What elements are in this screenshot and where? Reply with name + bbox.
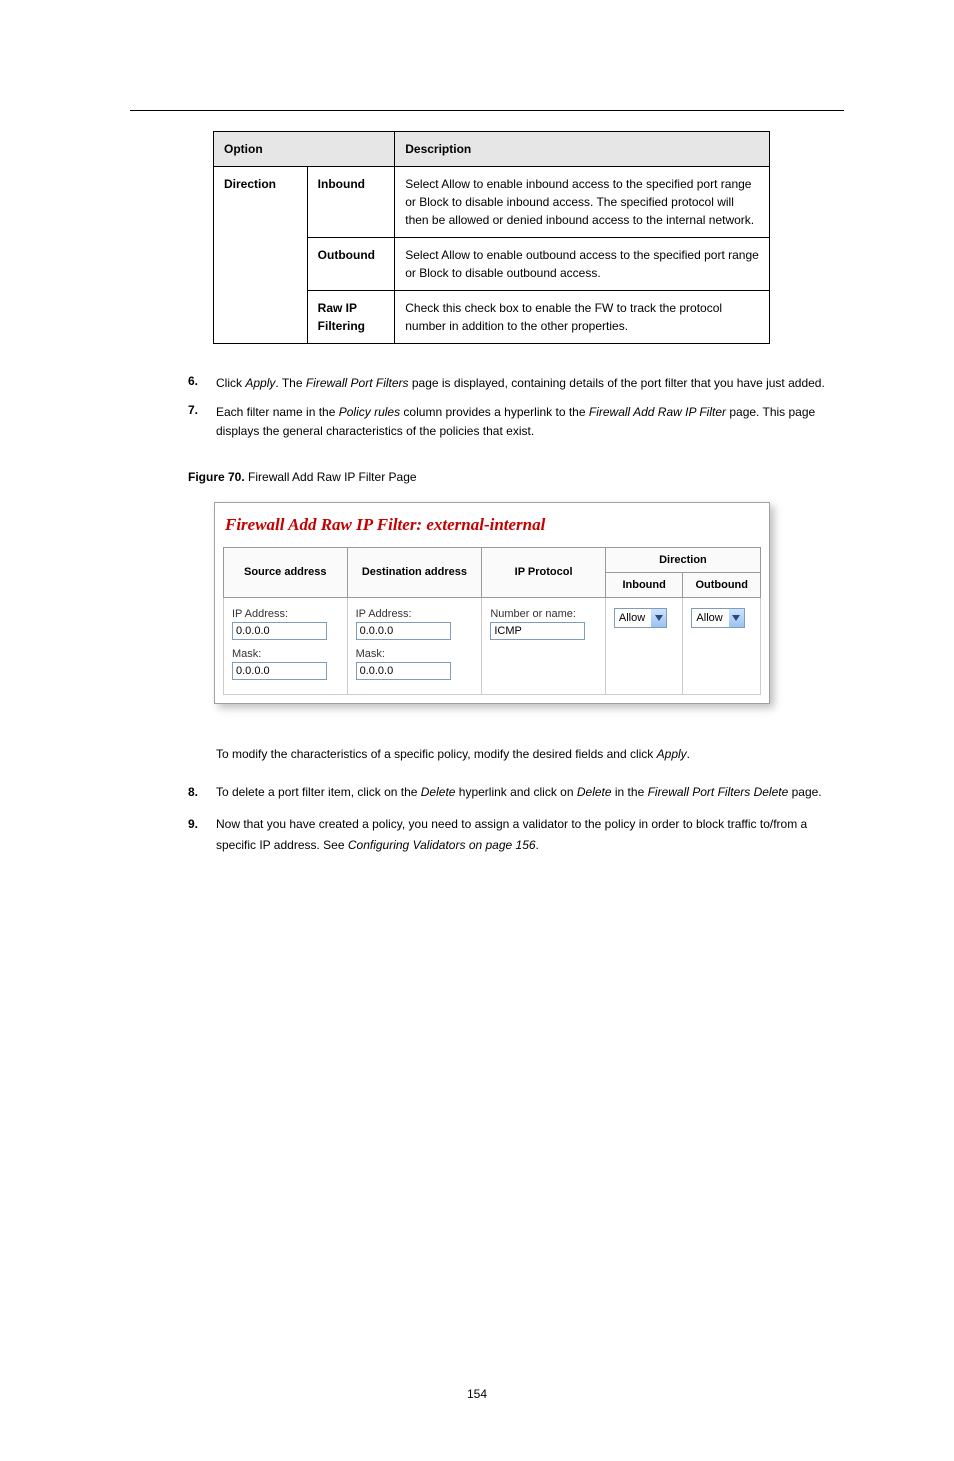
figure-id: Figure 70.	[188, 470, 245, 484]
th-direction: Direction	[605, 547, 760, 572]
filter-row: IP Address: Mask: IP Address: Mask: Numb…	[224, 597, 761, 694]
source-ip-input[interactable]	[232, 622, 327, 640]
protocol-cell: Number or name:	[482, 597, 606, 694]
th-description: Description	[395, 132, 770, 167]
label-mask: Mask:	[356, 648, 474, 660]
chevron-down-icon	[729, 609, 744, 627]
destination-mask-input[interactable]	[356, 662, 451, 680]
destination-ip-input[interactable]	[356, 622, 451, 640]
figure-caption: Figure 70. Firewall Add Raw IP Filter Pa…	[188, 470, 844, 484]
inbound-cell: Allow	[605, 597, 683, 694]
th-source: Source address	[224, 547, 348, 597]
step-8: 8. To delete a port filter item, click o…	[188, 782, 844, 802]
modify-instruction: To modify the characteristics of a speci…	[216, 744, 844, 764]
cell-direction: Direction	[214, 167, 308, 344]
outbound-cell: Allow	[683, 597, 761, 694]
step-7: 7. Each filter name in the Policy rules …	[188, 403, 844, 441]
cell-inbound-desc: Select Allow to enable inbound access to…	[395, 167, 770, 238]
table-row: Direction Inbound Select Allow to enable…	[214, 167, 770, 238]
th-destination: Destination address	[347, 547, 482, 597]
definitions-table: Option Description Direction Inbound Sel…	[213, 131, 770, 344]
step-number: 6.	[188, 374, 216, 393]
inbound-select-value: Allow	[615, 612, 651, 624]
source-cell: IP Address: Mask:	[224, 597, 348, 694]
outbound-select-value: Allow	[692, 612, 728, 624]
step-text: Each filter name in the Policy rules col…	[216, 403, 844, 441]
outbound-select[interactable]: Allow	[691, 608, 744, 628]
cell-outbound-label: Outbound	[307, 238, 395, 291]
th-outbound: Outbound	[683, 572, 761, 597]
label-mask: Mask:	[232, 648, 339, 660]
source-mask-input[interactable]	[232, 662, 327, 680]
protocol-input[interactable]	[490, 622, 585, 640]
chevron-down-icon	[651, 609, 666, 627]
destination-cell: IP Address: Mask:	[347, 597, 482, 694]
page-number: 154	[0, 1387, 954, 1401]
step-9: 9. Now that you have created a policy, y…	[188, 814, 844, 855]
step-text: Now that you have created a policy, you …	[216, 814, 844, 855]
label-proto: Number or name:	[490, 608, 597, 620]
step-text: To delete a port filter item, click on t…	[216, 782, 822, 802]
step-number: 8.	[188, 782, 216, 802]
figure-title: Firewall Add Raw IP Filter Page	[248, 470, 417, 484]
step-6: 6. Click Apply. The Firewall Port Filter…	[188, 374, 844, 393]
label-ip: IP Address:	[356, 608, 474, 620]
th-option: Option	[214, 132, 395, 167]
cell-outbound-desc: Select Allow to enable outbound access t…	[395, 238, 770, 291]
step-number: 7.	[188, 403, 216, 441]
label-ip: IP Address:	[232, 608, 339, 620]
inbound-select[interactable]: Allow	[614, 608, 667, 628]
step-text: Click Apply. The Firewall Port Filters p…	[216, 374, 844, 393]
filter-form-table: Source address Destination address IP Pr…	[223, 547, 761, 695]
th-protocol: IP Protocol	[482, 547, 606, 597]
th-inbound: Inbound	[605, 572, 683, 597]
cell-rawip-desc: Check this check box to enable the FW to…	[395, 291, 770, 344]
firewall-filter-panel: Firewall Add Raw IP Filter: external-int…	[214, 502, 770, 704]
panel-title: Firewall Add Raw IP Filter: external-int…	[223, 511, 761, 547]
cell-inbound-label: Inbound	[307, 167, 395, 238]
cell-rawip-label: Raw IP Filtering	[307, 291, 395, 344]
step-number: 9.	[188, 814, 216, 855]
top-rule	[130, 110, 844, 111]
